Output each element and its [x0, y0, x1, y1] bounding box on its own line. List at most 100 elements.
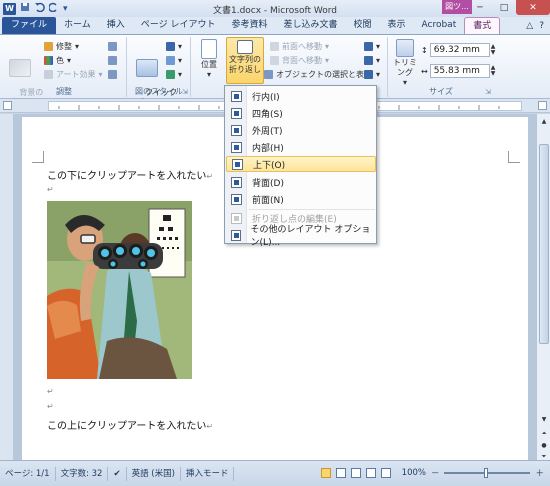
print-layout-view-icon[interactable]: [320, 468, 331, 478]
size-launcher-icon[interactable]: ⇲: [485, 88, 491, 96]
word-app-icon[interactable]: W: [3, 2, 16, 15]
picture-styles-launcher-icon[interactable]: ⇲: [182, 88, 188, 96]
width-input[interactable]: 55.83 mm: [429, 64, 490, 78]
position-button[interactable]: 位置 ▾: [196, 39, 222, 80]
ribbon-tabs: ファイル ホーム 挿入 ページ レイアウト 参考資料 差し込み文書 校閲 表示 …: [0, 17, 550, 35]
rotate-icon[interactable]: ▾: [364, 69, 380, 80]
corrections-button[interactable]: 修整 ▾: [44, 41, 79, 52]
document-line-2[interactable]: この上にクリップアートを入れたい↵: [47, 417, 213, 432]
menu-item-top-bottom[interactable]: 上下(O): [226, 156, 376, 172]
picture-layout-icon[interactable]: ▾: [166, 69, 182, 80]
menu-item-square[interactable]: 四角(S): [226, 105, 376, 121]
height-input[interactable]: 69.32 mm: [429, 43, 490, 57]
wrap-square-icon: [231, 107, 242, 119]
previous-page-icon[interactable]: ⏶: [538, 428, 550, 440]
art-effects-button[interactable]: アート効果 ▾: [44, 69, 103, 80]
tab-view[interactable]: 表示: [380, 17, 414, 34]
crop-button[interactable]: トリミング ▾: [391, 39, 419, 88]
send-backward-icon: [270, 56, 279, 65]
paragraph-mark: ↵: [47, 185, 54, 194]
art-effects-icon: [44, 70, 53, 79]
tab-home[interactable]: ホーム: [56, 17, 99, 34]
language-status[interactable]: 英語 (米国): [127, 466, 181, 481]
paragraph-mark: ↵: [47, 402, 54, 411]
menu-item-behind-text[interactable]: 背面(D): [226, 174, 376, 190]
undo-icon[interactable]: [34, 2, 45, 15]
color-label: 色: [56, 56, 64, 65]
wrap-text-button[interactable]: 文字列の 折り返し: [226, 37, 264, 84]
menu-item-tight[interactable]: 外周(T): [226, 122, 376, 138]
zoom-in-icon[interactable]: ＋: [535, 467, 544, 479]
vertical-scrollbar[interactable]: ▲ ▼ ⏶ ● ⏷: [536, 114, 550, 460]
proofing-icon[interactable]: ✔: [108, 466, 127, 481]
empty-paragraph[interactable]: ↵: [47, 401, 54, 412]
picture-border-icon[interactable]: ▾: [166, 41, 182, 52]
wrap-text-menu: 行内(I) 四角(S) 外周(T) 内部(H) 上下(O) 背面(D) 前面(N…: [224, 85, 377, 248]
help-icon[interactable]: ?: [539, 18, 544, 34]
menu-item-inline[interactable]: 行内(I): [226, 88, 376, 104]
width-spin-arrows-icon[interactable]: ▲ ▼: [491, 65, 496, 77]
tab-page-layout[interactable]: ページ レイアウト: [133, 17, 224, 34]
wrap-text-icon: [237, 40, 253, 54]
page-count[interactable]: ページ: 1/1: [0, 466, 56, 481]
height-spin-arrows-icon[interactable]: ▲ ▼: [491, 44, 496, 56]
insert-mode-status[interactable]: 挿入モード: [181, 466, 235, 481]
tab-review[interactable]: 校閲: [345, 17, 379, 34]
empty-paragraph[interactable]: ↵: [47, 386, 54, 397]
align-icon[interactable]: ▾: [364, 41, 380, 52]
color-button[interactable]: 色 ▾: [44, 55, 71, 66]
zoom-out-icon[interactable]: －: [431, 467, 440, 479]
full-screen-reading-view-icon[interactable]: [335, 468, 346, 478]
qat-customize-icon[interactable]: ▾: [63, 4, 68, 14]
tab-mailings[interactable]: 差し込み文書: [275, 17, 345, 34]
empty-paragraph[interactable]: ↵: [47, 184, 54, 195]
close-button[interactable]: ✕: [516, 0, 550, 15]
save-icon[interactable]: [20, 2, 30, 15]
redo-icon[interactable]: [48, 2, 59, 15]
tab-file[interactable]: ファイル: [2, 17, 57, 34]
word-count[interactable]: 文字数: 32: [56, 466, 109, 481]
picture-effects-icon[interactable]: ▾: [166, 55, 182, 66]
margin-corner-top-right: [508, 151, 520, 163]
ruler-toggle-icon[interactable]: [538, 101, 547, 110]
change-picture-icon[interactable]: [108, 55, 117, 66]
bring-forward-label: 前面へ移動: [282, 42, 322, 51]
quick-access-toolbar: ▾: [20, 2, 68, 15]
bring-forward-button[interactable]: 前面へ移動 ▾: [270, 41, 329, 52]
menu-item-through[interactable]: 内部(H): [226, 139, 376, 155]
scroll-up-icon[interactable]: ▲: [538, 116, 550, 128]
position-label: 位置: [201, 60, 217, 69]
compress-pictures-icon[interactable]: [108, 41, 117, 52]
paragraph-mark: ↵: [206, 172, 214, 181]
document-line-1[interactable]: この下にクリップアートを入れたい↵: [47, 167, 213, 182]
ribbon-minimize-icon[interactable]: △: [526, 18, 533, 34]
outline-view-icon[interactable]: [365, 468, 376, 478]
group-objects-icon[interactable]: ▾: [364, 55, 380, 66]
zoom-slider[interactable]: [444, 468, 531, 478]
tab-references[interactable]: 参考資料: [223, 17, 275, 34]
selection-pane-button[interactable]: オブジェクトの選択と表示: [264, 69, 372, 80]
tab-format[interactable]: 書式: [464, 17, 501, 34]
reset-picture-icon[interactable]: [108, 69, 117, 80]
tab-selector-icon[interactable]: [3, 101, 12, 110]
scroll-down-icon[interactable]: ▼: [538, 414, 550, 426]
color-icon: [44, 56, 53, 65]
web-layout-view-icon[interactable]: [350, 468, 361, 478]
send-backward-button[interactable]: 背面へ移動 ▾: [270, 55, 329, 66]
height-spinner[interactable]: ↕ 69.32 mm ▲ ▼: [421, 43, 495, 57]
scroll-thumb[interactable]: [539, 144, 549, 344]
menu-item-more-layout-options[interactable]: その他のレイアウト オプション(L)...: [226, 225, 376, 248]
width-spinner[interactable]: ↔ 55.83 mm ▲ ▼: [421, 64, 495, 78]
menu-item-in-front-of-text[interactable]: 前面(N): [226, 191, 376, 207]
tab-acrobat[interactable]: Acrobat: [414, 17, 465, 34]
menu-item-label: 前面(N): [252, 195, 284, 206]
vertical-ruler: [0, 114, 14, 460]
tab-insert[interactable]: 挿入: [99, 17, 133, 34]
zoom-slider-knob[interactable]: [484, 468, 489, 478]
minimize-button[interactable]: ─: [468, 0, 492, 15]
zoom-level[interactable]: 100%: [402, 468, 426, 478]
group-adjust: 背景の 削除 修整▾ 色▾ アート効果▾ 調整: [2, 37, 127, 107]
draft-view-icon[interactable]: [380, 468, 391, 478]
maximize-button[interactable]: □: [492, 0, 516, 15]
clipart-image[interactable]: [47, 201, 192, 379]
